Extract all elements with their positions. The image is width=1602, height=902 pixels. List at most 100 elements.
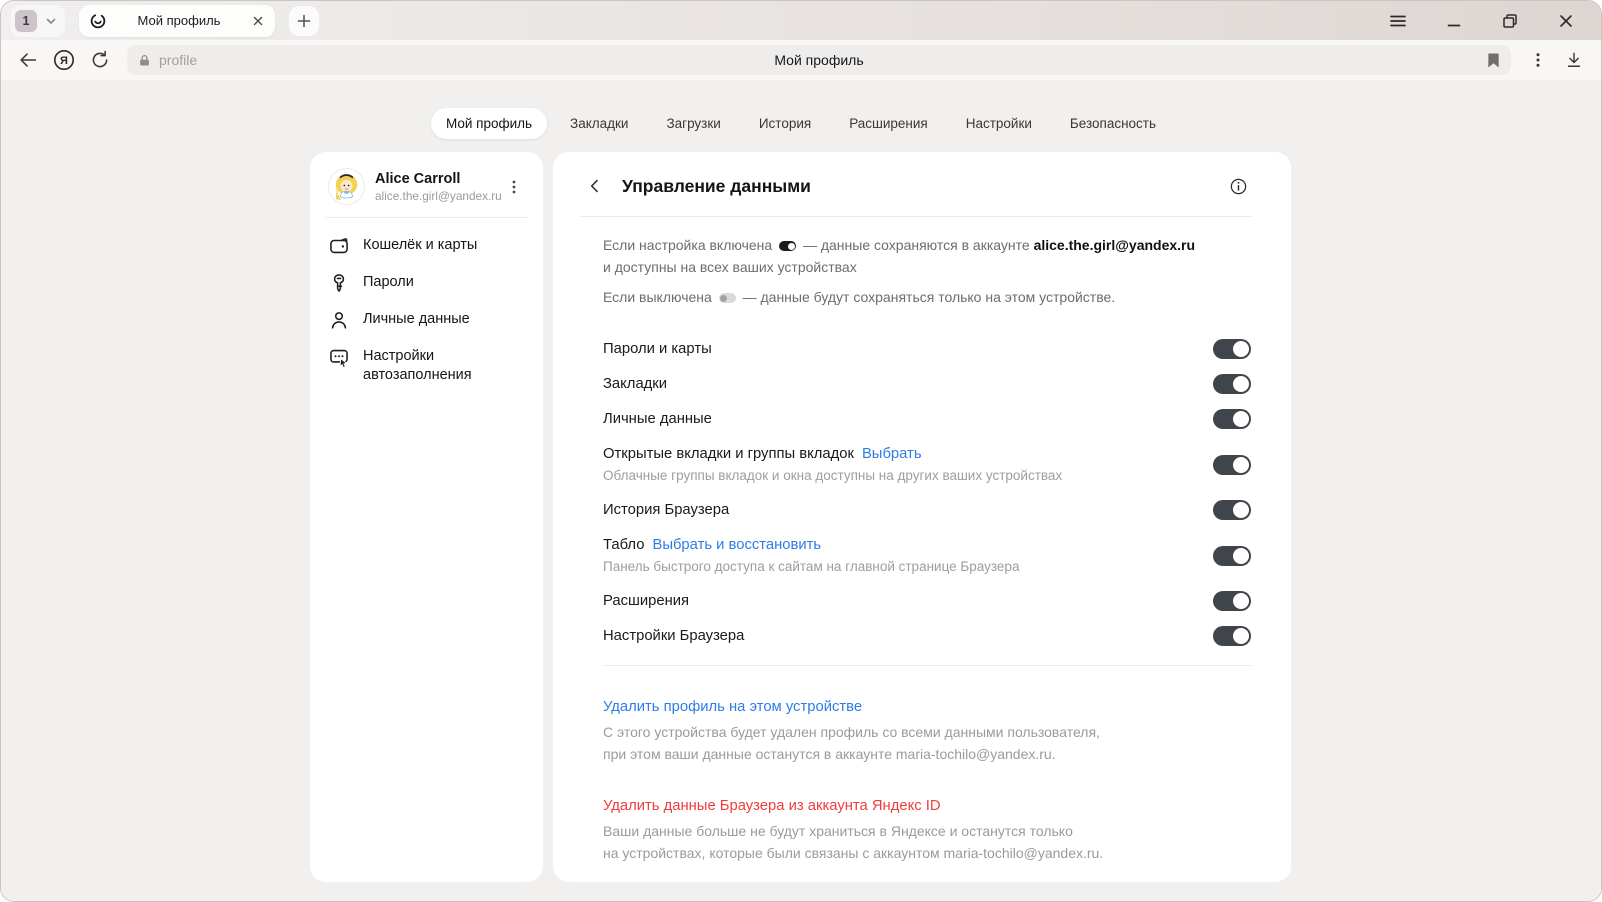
- tab-strip: 1 Мой профиль: [1, 1, 1601, 40]
- row-label: Табло: [603, 537, 644, 553]
- delete-yandex-data-description: Ваши данные больше не будут храниться в …: [603, 820, 1251, 864]
- browser-settings-toggle[interactable]: [1213, 626, 1251, 646]
- intro-enabled-middle: — данные сохраняются в аккаунте: [803, 237, 1030, 253]
- tab-bookmarks[interactable]: Закладки: [555, 108, 643, 139]
- new-tab-button[interactable]: [289, 6, 319, 36]
- bookmarks-toggle[interactable]: [1213, 374, 1251, 394]
- delete-profile-desc-line1: С этого устройства будет удален профиль …: [603, 721, 1251, 743]
- more-options-icon[interactable]: [1523, 45, 1553, 75]
- profile-name: Alice Carroll: [375, 171, 493, 187]
- person-icon: [328, 309, 350, 331]
- intro-enabled-prefix: Если настройка включена: [603, 237, 772, 253]
- back-icon[interactable]: [13, 45, 43, 75]
- intro-disabled-prefix: Если выключена: [603, 289, 712, 305]
- bookmark-icon[interactable]: [1486, 52, 1501, 69]
- delete-profile-link[interactable]: Удалить профиль на этом устройстве: [603, 696, 862, 718]
- tab-favicon-smiley-icon: [89, 12, 107, 30]
- refresh-icon[interactable]: [85, 45, 115, 75]
- delete-profile-description: С этого устройства будет удален профиль …: [603, 721, 1251, 765]
- toggle-row-open-tabs: Открытые вкладки и группы вкладок Выбрать…: [603, 443, 1251, 486]
- browser-tab[interactable]: Мой профиль: [79, 5, 275, 37]
- tab-history[interactable]: История: [744, 108, 826, 139]
- page-title: Управление данными: [622, 176, 811, 197]
- header-divider: [581, 216, 1251, 217]
- intro-enabled-line2: и доступны на всех ваших устройствах: [603, 256, 1251, 278]
- back-chevron-icon[interactable]: [581, 172, 609, 200]
- browser-toolbar: Я profile Мой профиль: [1, 40, 1601, 80]
- autofill-icon: [328, 346, 350, 368]
- chevron-down-icon: [43, 13, 59, 29]
- tab-my-profile[interactable]: Мой профиль: [431, 108, 547, 139]
- danger-divider: [603, 665, 1251, 666]
- profile-meta: Alice Carroll alice.the.girl@yandex.ru: [375, 171, 493, 203]
- row-label: История Браузера: [603, 502, 729, 518]
- delete-profile-desc-line2: при этом ваши данные останутся в аккаунт…: [603, 743, 1251, 765]
- history-toggle[interactable]: [1213, 500, 1251, 520]
- restore-window-icon[interactable]: [1497, 8, 1523, 34]
- lock-icon: [137, 53, 152, 68]
- profile-page: Мой профиль Закладки Загрузки История Ра…: [1, 80, 1601, 902]
- extensions-toggle[interactable]: [1213, 591, 1251, 611]
- intro-disabled-text: Если выключена — данные будут сохранятьс…: [603, 286, 1251, 308]
- toggle-row-extensions: Расширения: [603, 590, 1251, 612]
- row-label: Открытые вкладки и группы вкладок: [603, 446, 854, 462]
- info-icon[interactable]: [1225, 173, 1251, 199]
- intro-enabled-text: Если настройка включена — данные сохраня…: [603, 234, 1251, 278]
- downloads-icon[interactable]: [1559, 45, 1589, 75]
- choose-restore-link[interactable]: Выбрать и восстановить: [652, 537, 821, 553]
- tab-settings[interactable]: Настройки: [951, 108, 1047, 139]
- tab-close-icon[interactable]: [251, 14, 265, 28]
- choose-tabs-link[interactable]: Выбрать: [862, 446, 922, 462]
- sidebar-item-label: Настройки автозаполнения: [363, 347, 505, 385]
- address-bar-page-title: Мой профиль: [127, 52, 1511, 68]
- window-controls: [1385, 8, 1591, 34]
- tab-title: Мой профиль: [107, 13, 251, 28]
- svg-text:Я: Я: [60, 55, 68, 67]
- row-description: Облачные группы вкладок и окна доступны …: [603, 465, 1193, 486]
- row-label: Личные данные: [603, 411, 712, 427]
- toggle-row-passwords-cards: Пароли и карты: [603, 338, 1251, 360]
- delete-profile-section: Удалить профиль на этом устройстве С это…: [603, 696, 1251, 765]
- address-bar[interactable]: profile Мой профиль: [127, 45, 1511, 75]
- tab-group-button[interactable]: 1: [11, 5, 65, 37]
- toggle-row-browser-settings: Настройки Браузера: [603, 625, 1251, 647]
- sidebar-item-personal-data[interactable]: Личные данные: [326, 302, 527, 339]
- data-management-panel: Управление данными Если настройка включе…: [553, 152, 1291, 882]
- avatar[interactable]: [328, 168, 365, 205]
- toggle-row-tableau: ТаблоВыбрать и восстановить Панель быстр…: [603, 534, 1251, 577]
- url-text: profile: [159, 52, 197, 68]
- wallet-icon: [328, 235, 350, 257]
- section-tabs: Мой профиль Закладки Загрузки История Ра…: [1, 108, 1601, 139]
- toggle-row-personal-data: Личные данные: [603, 408, 1251, 430]
- yandex-logo-icon[interactable]: Я: [49, 45, 79, 75]
- sidebar-item-autofill-settings[interactable]: Настройки автозаполнения: [326, 339, 527, 393]
- sidebar-item-label: Пароли: [363, 273, 414, 292]
- minimize-icon[interactable]: [1441, 8, 1467, 34]
- sidebar-item-passwords[interactable]: Пароли: [326, 265, 527, 302]
- sync-toggle-list: Пароли и карты Закладки Личные данные От…: [603, 338, 1251, 647]
- profile-email: alice.the.girl@yandex.ru: [375, 189, 493, 203]
- close-window-icon[interactable]: [1553, 8, 1579, 34]
- profile-menu-kebab-icon[interactable]: [503, 174, 525, 200]
- tableau-toggle[interactable]: [1213, 546, 1251, 566]
- passwords-cards-toggle[interactable]: [1213, 339, 1251, 359]
- open-tabs-toggle[interactable]: [1213, 455, 1251, 475]
- tab-group-count[interactable]: 1: [13, 8, 39, 34]
- sidebar-item-wallet-cards[interactable]: Кошелёк и карты: [326, 228, 527, 265]
- row-label: Пароли и карты: [603, 341, 712, 357]
- personal-data-toggle[interactable]: [1213, 409, 1251, 429]
- key-icon: [328, 272, 350, 294]
- profile-sidebar: Alice Carroll alice.the.girl@yandex.ru: [310, 152, 543, 882]
- toggle-row-history: История Браузера: [603, 499, 1251, 521]
- browser-menu-icon[interactable]: [1385, 8, 1411, 34]
- delete-yandex-data-link[interactable]: Удалить данные Браузера из аккаунта Янде…: [603, 795, 941, 817]
- toggle-on-glyph-icon: [779, 241, 796, 251]
- toggle-row-bookmarks: Закладки: [603, 373, 1251, 395]
- delete-yandex-desc-line2: на устройствах, которые были связаны с а…: [603, 842, 1251, 864]
- row-label: Закладки: [603, 376, 667, 392]
- tab-extensions[interactable]: Расширения: [834, 108, 943, 139]
- tab-security[interactable]: Безопасность: [1055, 108, 1171, 139]
- row-label: Настройки Браузера: [603, 628, 744, 644]
- delete-yandex-desc-line1: Ваши данные больше не будут храниться в …: [603, 820, 1251, 842]
- tab-downloads[interactable]: Загрузки: [651, 108, 735, 139]
